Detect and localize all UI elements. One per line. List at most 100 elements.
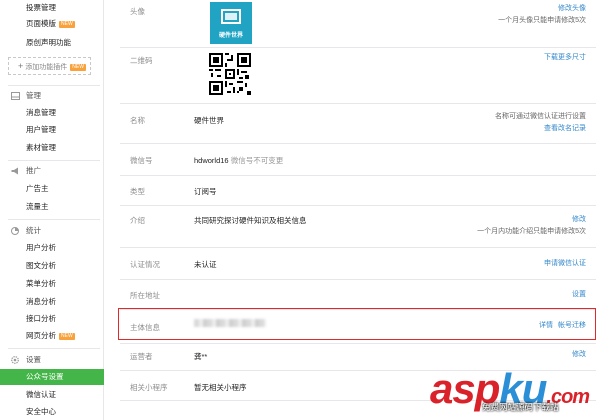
section-header-promote: 推广 <box>0 163 104 179</box>
sidebar-item-user-manage[interactable]: 用户管理 <box>0 122 104 138</box>
mini-program-value: 暂无相关小程序 <box>194 383 247 392</box>
plus-icon: + <box>18 61 24 71</box>
highlight-box <box>118 308 596 340</box>
account-type: 订阅号 <box>194 187 217 196</box>
rename-history-link[interactable]: 查看改名记录 <box>495 123 586 135</box>
row-label: 相关小程序 <box>130 383 168 392</box>
row-right: 设置 <box>572 289 586 301</box>
sidebar-divider <box>8 348 100 349</box>
row-location: 所在地址 设置 <box>120 280 596 310</box>
set-location-link[interactable]: 设置 <box>572 289 586 301</box>
name-note: 名称可通过微信认证进行设置 <box>495 113 586 120</box>
sidebar-item-wechat-verify[interactable]: 微信认证 <box>0 387 104 403</box>
sidebar-item-menu-analysis[interactable]: 菜单分析 <box>0 276 104 292</box>
new-badge: NEW <box>59 333 75 340</box>
sidebar-divider <box>8 85 100 86</box>
row-right: 名称可通过微信认证进行设置 查看改名记录 <box>495 111 586 135</box>
redacted-subject-info <box>194 319 266 327</box>
watermark-subtitle: 免费网站源码下载站 <box>482 402 559 412</box>
sidebar-divider <box>8 160 100 161</box>
sidebar-item-label: 消息分析 <box>26 297 56 306</box>
wechat-id-value: hdworld16 微信号不可变更 <box>194 156 284 165</box>
sidebar-item-advertiser[interactable]: 广告主 <box>0 181 104 197</box>
sidebar-item-vote[interactable]: 投票管理 <box>0 0 104 16</box>
watermark-logo: aspku.com 免费网站源码下载站 <box>430 365 600 420</box>
sidebar-item-message-manage[interactable]: 消息管理 <box>0 105 104 121</box>
row-right: 申请微信认证 <box>544 258 586 270</box>
sidebar-item-label: 安全中心 <box>26 407 56 416</box>
sidebar-item-label: 用户管理 <box>26 125 56 134</box>
sidebar-item-label: 微信认证 <box>26 390 56 399</box>
row-name: 名称 硬件世界 名称可通过微信认证进行设置 查看改名记录 <box>120 104 596 144</box>
row-label: 运营者 <box>130 352 153 361</box>
sidebar-item-label: 接口分析 <box>26 314 56 323</box>
add-plugin-button[interactable]: + 添加功能插件 NEW <box>8 57 91 75</box>
section-header-manage: 管理 <box>0 88 104 104</box>
section-header-stats: 统计 <box>0 223 104 239</box>
row-label: 介绍 <box>130 216 145 225</box>
apply-verification-link[interactable]: 申请微信认证 <box>544 258 586 270</box>
avatar: 硬件世界 <box>210 2 252 44</box>
sidebar-item-label: 消息管理 <box>26 108 56 117</box>
sidebar-divider <box>8 219 100 220</box>
row-label: 类型 <box>130 187 145 196</box>
section-title: 设置 <box>26 355 41 364</box>
row-label: 认证情况 <box>130 260 160 269</box>
sidebar-item-security-center[interactable]: 安全中心 <box>0 404 104 420</box>
gear-icon <box>11 356 19 364</box>
sidebar-item-web-analysis[interactable]: 网页分析 NEW <box>0 328 104 344</box>
change-avatar-link[interactable]: 修改头像 <box>498 3 586 15</box>
sidebar-item-material-manage[interactable]: 素材管理 <box>0 140 104 156</box>
sidebar-item-user-analysis[interactable]: 用户分析 <box>0 240 104 256</box>
sidebar-item-api-analysis[interactable]: 接口分析 <box>0 311 104 327</box>
sidebar-item-original-declaration[interactable]: 原创声明功能 <box>0 35 104 51</box>
section-title: 推广 <box>26 166 41 175</box>
row-intro: 介绍 共同研究探讨硬件知识及相关信息 修改 一个月内功能介绍只能申请修改5次 <box>120 206 596 248</box>
avatar-note: 一个月头像只能申请修改5次 <box>498 17 586 24</box>
intro-text: 共同研究探讨硬件知识及相关信息 <box>194 216 307 225</box>
manage-icon <box>11 92 20 100</box>
sidebar-item-message-analysis[interactable]: 消息分析 <box>0 294 104 310</box>
qr-code-image <box>209 53 251 95</box>
section-header-settings: 设置 <box>0 352 104 368</box>
avatar-caption: 硬件世界 <box>218 33 243 39</box>
account-info-panel: 头像 硬件世界 修改头像 一个月头像只能申请修改5次 二维码 下载更多尺寸 名称… <box>104 0 600 420</box>
wechat-id-note: 微信号不可变更 <box>230 156 284 165</box>
sidebar-item-label: 广告主 <box>26 184 49 193</box>
row-right: 下载更多尺寸 <box>544 52 586 64</box>
row-label: 微信号 <box>130 156 153 165</box>
sidebar-item-label: 素材管理 <box>26 143 56 152</box>
sidebar-item-label: 网页分析 <box>26 331 56 340</box>
sidebar: 投票管理 页面模版 NEW 原创声明功能 + 添加功能插件 NEW 管理 消息管理 用… <box>0 0 104 420</box>
row-label: 名称 <box>130 116 145 125</box>
sidebar-item-traffic-owner[interactable]: 流量主 <box>0 199 104 215</box>
download-sizes-link[interactable]: 下载更多尺寸 <box>544 52 586 64</box>
section-title: 统计 <box>26 226 41 235</box>
sidebar-item-label: 图文分析 <box>26 261 56 270</box>
edit-operator-link[interactable]: 修改 <box>572 349 586 361</box>
new-badge: NEW <box>59 21 75 28</box>
sidebar-item-account-settings[interactable]: 公众号设置 <box>0 369 104 385</box>
row-verification: 认证情况 未认证 申请微信认证 <box>120 248 596 280</box>
row-label: 二维码 <box>130 56 153 65</box>
sidebar-item-label: 流量主 <box>26 202 49 211</box>
row-qrcode: 二维码 下载更多尺寸 <box>120 48 596 104</box>
row-label: 头像 <box>130 7 145 16</box>
sidebar-item-page-template[interactable]: 页面模版 NEW <box>0 16 104 32</box>
sidebar-item-label: 原创声明功能 <box>26 38 71 47</box>
row-avatar: 头像 硬件世界 修改头像 一个月头像只能申请修改5次 <box>120 0 596 48</box>
add-plugin-label: 添加功能插件 <box>25 64 68 71</box>
row-label: 所在地址 <box>130 291 160 300</box>
operator-name: 龚** <box>194 352 208 361</box>
computer-icon <box>221 9 241 24</box>
sidebar-item-label: 页面模版 <box>26 19 56 28</box>
megaphone-icon <box>11 167 18 175</box>
sidebar-item-label: 菜单分析 <box>26 279 56 288</box>
sidebar-item-article-analysis[interactable]: 图文分析 <box>0 258 104 274</box>
verification-status: 未认证 <box>194 260 217 269</box>
row-type: 类型 订阅号 <box>120 176 596 206</box>
row-right: 修改 一个月内功能介绍只能申请修改5次 <box>477 214 586 238</box>
edit-intro-link[interactable]: 修改 <box>477 214 586 226</box>
row-right: 修改 <box>572 349 586 361</box>
intro-note: 一个月内功能介绍只能申请修改5次 <box>477 228 586 235</box>
